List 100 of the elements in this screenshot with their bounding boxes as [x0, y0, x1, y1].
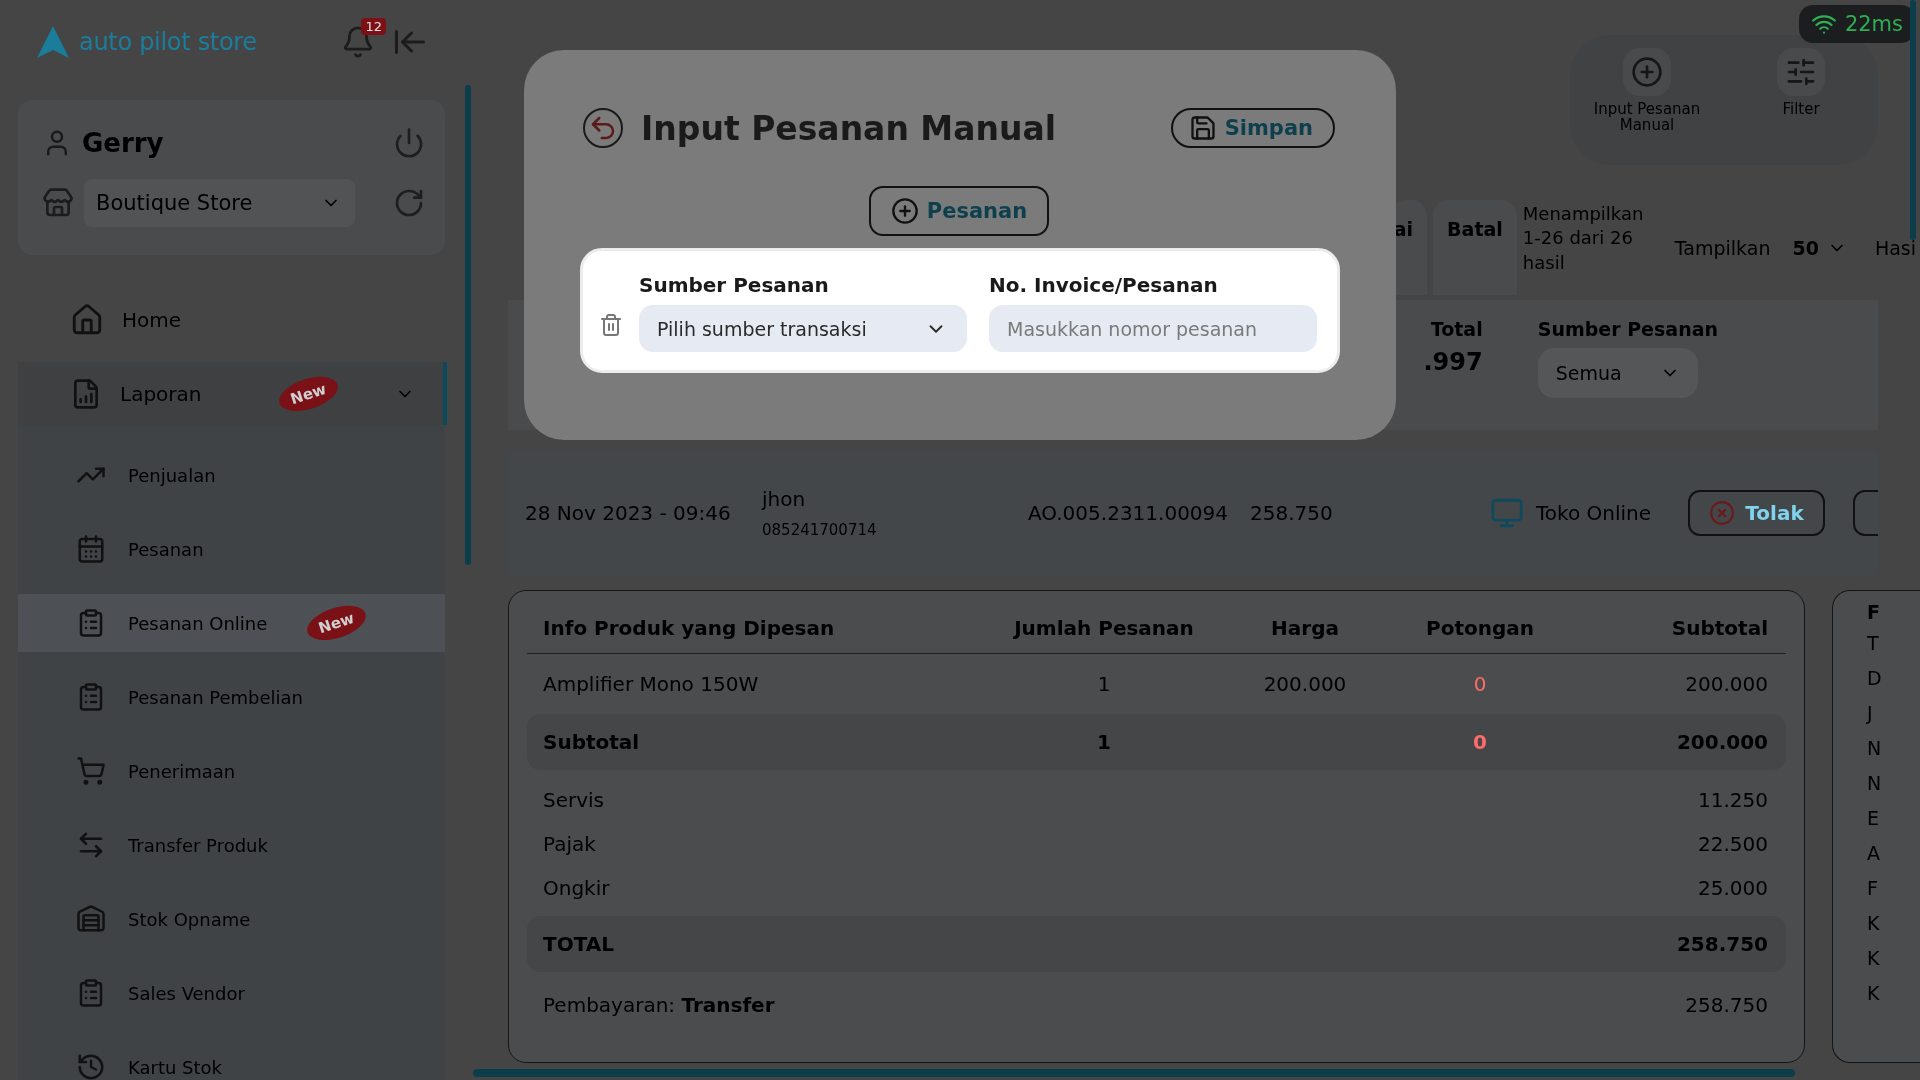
refresh-icon[interactable] — [393, 187, 425, 219]
order-row[interactable]: 28 Nov 2023 - 09:46 jhon 085241700714 AO.005.2311.00094 258.750 Toko Online Tolak — [508, 450, 1878, 575]
column-header: Potongan — [1425, 616, 1535, 640]
submenu-item[interactable]: Penerimaan — [18, 742, 445, 800]
side-text: D — [1867, 666, 1883, 691]
notification-badge: 12 — [361, 18, 386, 35]
order-date: 28 Nov 2023 - 09:46 — [525, 500, 732, 525]
add-order-button[interactable]: Pesanan — [868, 186, 1050, 236]
menu-item[interactable]: Home — [18, 290, 445, 350]
menu-label: Pesanan — [128, 538, 205, 560]
charge-label: Pajak — [542, 832, 597, 856]
side-text: A — [1867, 841, 1881, 866]
scrollbar[interactable] — [465, 85, 471, 565]
scrollbar[interactable] — [1910, 0, 1916, 240]
invoice-number: AO.005.2311.00094 — [1028, 500, 1230, 525]
invoice-input[interactable]: Masukkan nomor pesanan — [989, 305, 1317, 352]
toolbar-action[interactable]: Input Pesanan Manual — [1587, 47, 1707, 135]
toolbar-action[interactable]: Filter — [1741, 47, 1861, 119]
plus-circle-icon — [1631, 56, 1663, 88]
charge-value: 22.500 — [1697, 832, 1769, 856]
table-cell-text: 1 — [1096, 672, 1112, 696]
save-button[interactable]: Simpan — [1170, 108, 1335, 148]
charge-value: 11.250 — [1697, 788, 1769, 812]
plus-circle-icon — [890, 197, 919, 225]
power-icon[interactable] — [393, 127, 425, 159]
menu-label: Stok Opname — [128, 908, 252, 930]
order-source: Toko Online — [1536, 500, 1652, 525]
back-icon[interactable] — [583, 108, 623, 148]
side-text: J — [1867, 701, 1874, 726]
reject-button[interactable]: Tolak — [1688, 489, 1825, 536]
column-header: Harga — [1270, 616, 1340, 640]
menu-label: Penjualan — [128, 464, 217, 486]
total-label: Total — [1430, 318, 1483, 340]
side-text: E — [1867, 806, 1880, 831]
menu-item[interactable]: Laporan New — [18, 362, 445, 425]
menu-label: Kartu Stok — [128, 1056, 224, 1078]
source-select[interactable]: Pilih sumber transaksi — [639, 305, 967, 352]
page-size-select[interactable]: 50 — [1786, 235, 1853, 260]
page-size-label: Tampilkan — [1674, 236, 1771, 259]
cart-icon — [76, 756, 106, 786]
side-text: K — [1867, 981, 1881, 1006]
modal-title: Input Pesanan Manual — [641, 108, 1058, 148]
total-value: .997 — [1423, 348, 1483, 376]
charge-value: 25.000 — [1697, 876, 1769, 900]
side-text: T — [1867, 631, 1880, 656]
product-name: Amplifier Mono 150W — [542, 672, 760, 696]
calendar-icon — [76, 534, 106, 564]
user-name: Gerry — [82, 128, 165, 158]
payment-value: 258.750 — [1684, 993, 1769, 1017]
filter-label: Sumber Pesanan — [1537, 318, 1718, 340]
side-text: N — [1867, 736, 1883, 761]
status-tab[interactable]: Batal — [1433, 200, 1517, 295]
submenu-item[interactable]: Pesanan Pembelian — [18, 668, 445, 726]
submenu-item[interactable]: Penjualan — [18, 446, 445, 504]
column-heading: Hasi — [1874, 236, 1916, 259]
table-cell-text: 200.000 — [1675, 730, 1769, 754]
charge-label: Ongkir — [542, 876, 611, 900]
column-header: Jumlah Pesanan — [1012, 616, 1195, 640]
menu-label: Penerimaan — [128, 760, 237, 782]
submenu-item[interactable]: Kartu Stok — [18, 1038, 445, 1080]
submenu-item[interactable]: Transfer Produk — [18, 816, 445, 874]
trash-icon[interactable] — [599, 312, 623, 337]
sliders-icon — [1785, 56, 1817, 88]
table-cell-text: TOTAL — [542, 932, 615, 956]
table-cell-text: 200.000 — [1262, 672, 1348, 696]
horizontal-scrollbar[interactable] — [473, 1069, 1795, 1077]
source-select[interactable]: Semua — [1537, 348, 1698, 398]
side-text: K — [1867, 911, 1881, 936]
table-cell-text: 0 — [1472, 730, 1488, 754]
logo-text: auto pilot store — [79, 28, 257, 56]
menu-label: Pesanan Pembelian — [128, 686, 304, 708]
charge-label: Servis — [542, 788, 606, 812]
order-amount: 258.750 — [1250, 500, 1334, 525]
column-header: Info Produk yang Dipesan — [542, 616, 836, 640]
history-icon — [76, 1052, 106, 1080]
table-cell-text: 0 — [1472, 672, 1488, 696]
store-icon — [42, 187, 74, 219]
latency-text: 22ms — [1844, 12, 1903, 36]
save-icon — [1188, 114, 1217, 142]
customer-phone: 085241700714 — [762, 520, 878, 539]
submenu-item[interactable]: Pesanan Online New — [18, 594, 445, 652]
side-text: F — [1867, 876, 1879, 901]
menu-label: Laporan — [120, 381, 203, 406]
house-icon — [70, 303, 104, 337]
column-header: Subtotal — [1670, 616, 1769, 640]
payment-method: Pembayaran: Transfer — [542, 993, 776, 1017]
table-cell-text: 258.750 — [1675, 932, 1769, 956]
table-cell-text: 200.000 — [1684, 672, 1769, 696]
table-cell-text: Subtotal — [542, 730, 641, 754]
customer-name: jhon — [762, 486, 807, 511]
submenu-item[interactable]: Pesanan — [18, 520, 445, 578]
logo-icon — [35, 24, 71, 60]
submenu-item[interactable]: Sales Vendor — [18, 964, 445, 1022]
submenu-item[interactable]: Stok Opname — [18, 890, 445, 948]
close-icon — [1709, 499, 1736, 526]
result-count: Menampilkan 1-26 dari 26 hasil — [1522, 202, 1641, 275]
menu-label: Sales Vendor — [128, 982, 246, 1004]
active-indicator — [443, 362, 447, 425]
store-select[interactable]: Boutique Store — [84, 179, 355, 227]
menu-label: Pesanan Online — [128, 612, 269, 634]
